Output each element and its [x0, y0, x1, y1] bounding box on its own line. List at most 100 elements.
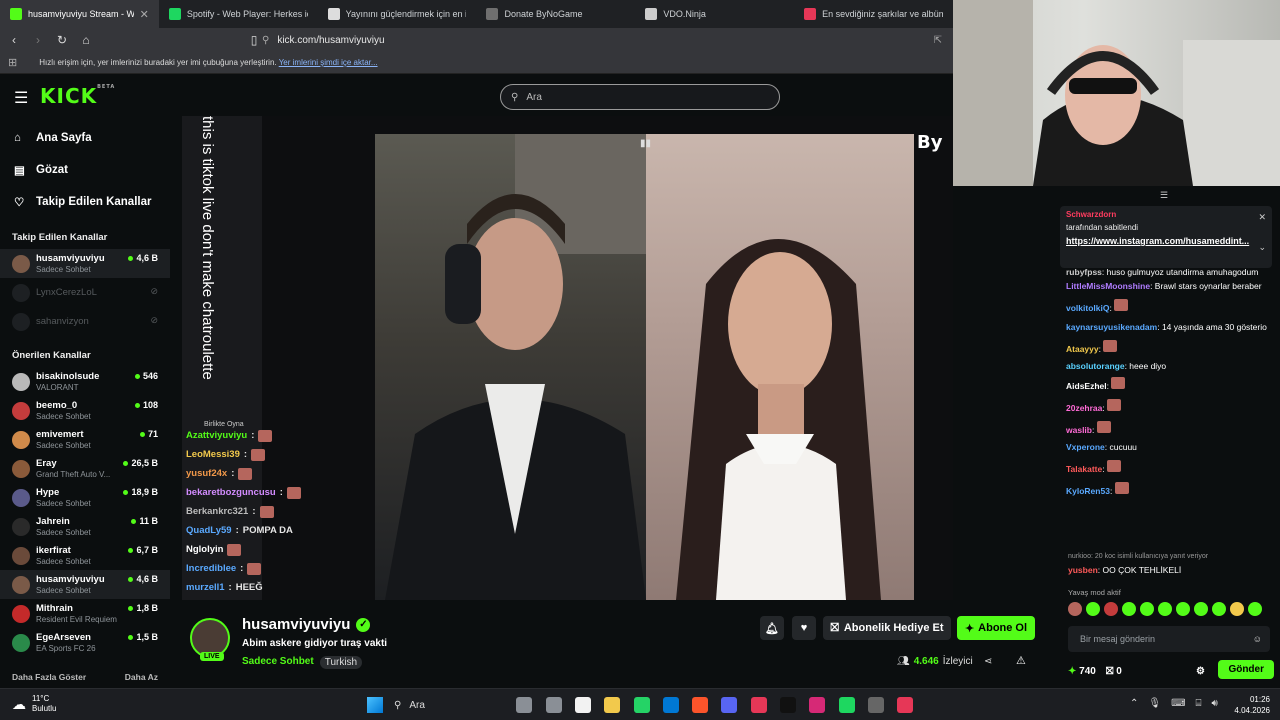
emote-picker-icon[interactable]: [1230, 602, 1244, 616]
browser-tab[interactable]: Donate ByNoGame: [476, 0, 635, 28]
widgets-icon[interactable]: [516, 697, 532, 713]
url-field[interactable]: ⚲ kick.com/husamviyuviyu ⇱: [262, 30, 942, 50]
channel-item[interactable]: Hype Sadece Sohbet 18,9 B: [0, 483, 170, 512]
taskbar-search[interactable]: ⚲ Ara: [394, 696, 534, 714]
pinned-link[interactable]: https://www.instagram.com/husameddint...: [1066, 235, 1266, 247]
chat-settings-icon[interactable]: ⚙: [1196, 666, 1205, 677]
bookmark-icon[interactable]: ▯: [244, 33, 264, 47]
chat-username[interactable]: waslib: [1066, 425, 1092, 435]
chat-username[interactable]: volkitolkiQ: [1066, 303, 1109, 313]
pinned-message[interactable]: Schwarzdorn tarafından sabitlendi https:…: [1060, 206, 1272, 268]
emote-picker-icon[interactable]: [1068, 602, 1082, 616]
chat-username[interactable]: Talakatte: [1066, 464, 1102, 474]
tab-close-icon[interactable]: ✕: [140, 8, 149, 21]
pinned-user[interactable]: Schwarzdorn: [1066, 210, 1266, 219]
mic-icon[interactable]: 🎙︎: [1148, 698, 1161, 709]
network-icon[interactable]: ⌸: [1196, 698, 1202, 709]
show-less-button[interactable]: Daha Az: [125, 672, 158, 688]
menu-icon[interactable]: ☰: [14, 88, 28, 108]
share-stream-icon[interactable]: ⋖: [984, 656, 992, 667]
gift-sub-button[interactable]: ⛝ Abonelik Hediye Et: [823, 616, 951, 640]
instagram-icon[interactable]: [809, 697, 825, 713]
notification-bell-button[interactable]: 🔔︎: [760, 616, 784, 640]
kick-app-icon[interactable]: [897, 697, 913, 713]
weather-widget[interactable]: ☁ 11°C Bulutlu: [12, 694, 56, 714]
browser-tab[interactable]: En sevdiğiniz şarkılar ve albümle: [794, 0, 953, 28]
channel-item[interactable]: Mithrain Resident Evil Requiem 1,8 B: [0, 599, 170, 628]
emoji-icon[interactable]: ☺: [1253, 634, 1262, 644]
kick-logo[interactable]: KICKBETA: [40, 84, 115, 108]
apps-icon[interactable]: ⊞: [8, 56, 17, 69]
channel-item[interactable]: husamviyuviyu Sadece Sohbet 4,6 B: [0, 249, 170, 278]
channel-item[interactable]: Jahrein Sadece Sohbet 11 B: [0, 512, 170, 541]
channel-item[interactable]: emivemert Sadece Sohbet 71: [0, 425, 170, 454]
language-tag[interactable]: Turkish: [319, 656, 363, 669]
whatsapp-icon[interactable]: [634, 697, 650, 713]
reload-icon[interactable]: ↻: [52, 33, 72, 47]
expand-pinned-icon[interactable]: ⌄: [1258, 242, 1266, 253]
follow-heart-button[interactable]: ♥: [792, 616, 816, 640]
chat-username[interactable]: rubyfpss: [1066, 267, 1102, 277]
chat-username[interactable]: Vxperone: [1066, 442, 1105, 452]
emote-picker-icon[interactable]: [1140, 602, 1154, 616]
chat-username[interactable]: KyloRen53: [1066, 486, 1110, 496]
streamer-name[interactable]: husamviyuviyu ✓: [242, 616, 371, 633]
emote-picker-icon[interactable]: [1194, 602, 1208, 616]
nav-item[interactable]: ⌂ Ana Sayfa: [14, 122, 170, 154]
emote-picker-icon[interactable]: [1086, 602, 1100, 616]
chat-filter-icon[interactable]: ☰: [1160, 190, 1168, 201]
channel-item[interactable]: EgeArseven EA Sports FC 26 1,5 B: [0, 628, 170, 657]
points-display[interactable]: ✦ 740: [1068, 666, 1096, 677]
chat-username[interactable]: AidsEzhel: [1066, 381, 1107, 391]
import-bookmarks-link[interactable]: Yer imlerini şimdi içe aktar...: [279, 58, 378, 67]
back-icon[interactable]: ‹: [4, 33, 24, 47]
emote-picker-icon[interactable]: [1176, 602, 1190, 616]
channel-item[interactable]: husamviyuviyu Sadece Sohbet 4,6 B: [0, 570, 170, 599]
show-more-button[interactable]: Daha Fazla Göster: [12, 672, 86, 688]
browser-tab[interactable]: Yayınını güçlendirmek için en iyi yazı: [318, 0, 477, 28]
app-icon[interactable]: [751, 697, 767, 713]
chat-username[interactable]: 20zehraa: [1066, 403, 1102, 413]
volume-icon[interactable]: 🔊︎: [1212, 698, 1218, 709]
channel-item[interactable]: ikerfirat Sadece Sohbet 6,7 B: [0, 541, 170, 570]
nav-item[interactable]: ♡ Takip Edilen Kanallar: [14, 186, 170, 218]
store-icon[interactable]: [575, 697, 591, 713]
clock[interactable]: 01:26 4.04.2026: [1234, 694, 1270, 716]
last-message-user[interactable]: yusben: [1068, 565, 1098, 575]
browser-tab[interactable]: VDO.Ninja: [635, 0, 794, 28]
emote-picker-icon[interactable]: [1158, 602, 1172, 616]
windows-start-icon[interactable]: [367, 697, 383, 713]
channel-item[interactable]: beemo_0 Sadece Sohbet 108: [0, 396, 170, 425]
forward-icon[interactable]: ›: [28, 33, 48, 47]
channel-item[interactable]: LynxCerezLoL ⊘: [0, 278, 170, 307]
emote-picker-icon[interactable]: [1122, 602, 1136, 616]
category-link[interactable]: Sadece Sohbet: [242, 656, 314, 669]
emote-picker-icon[interactable]: [1212, 602, 1226, 616]
file-explorer-icon[interactable]: [604, 697, 620, 713]
gift-count-display[interactable]: ⛝ 0: [1106, 666, 1122, 677]
browser-tab[interactable]: Spotify - Web Player: Herkes için mü: [159, 0, 318, 28]
spotify-icon[interactable]: [839, 697, 855, 713]
channel-item[interactable]: bisakinolsude VALORANT 546: [0, 367, 170, 396]
chat-username[interactable]: absolutorange: [1066, 361, 1125, 371]
chat-username[interactable]: LittleMissMoonshine: [1066, 281, 1150, 291]
chat-username[interactable]: kaynarsuyusikenadam: [1066, 322, 1157, 332]
site-info-icon[interactable]: ⚲: [262, 35, 269, 46]
task-view-icon[interactable]: [546, 697, 562, 713]
tiktok-icon[interactable]: [780, 697, 796, 713]
discord-icon[interactable]: [721, 697, 737, 713]
outlook-icon[interactable]: [663, 697, 679, 713]
home-icon[interactable]: ⌂: [76, 33, 96, 47]
channel-item[interactable]: Eray Grand Theft Auto V... 26,5 B: [0, 454, 170, 483]
search-input[interactable]: ⚲ Ara: [500, 84, 780, 110]
emote-picker-icon[interactable]: [1104, 602, 1118, 616]
keyboard-icon[interactable]: ⌨: [1171, 698, 1185, 709]
tray-overflow-icon[interactable]: ⌃: [1130, 698, 1138, 709]
video-player[interactable]: this is tiktok live don't make chatroule…: [182, 116, 953, 600]
subscribe-button[interactable]: ✦ Abone Ol: [957, 616, 1035, 640]
nav-item[interactable]: ▤ Gözat: [14, 154, 170, 186]
brave-icon[interactable]: [692, 697, 708, 713]
chat-username[interactable]: Ataayyy: [1066, 344, 1099, 354]
unpin-icon[interactable]: ✕: [1258, 212, 1266, 223]
obs-icon[interactable]: [868, 697, 884, 713]
